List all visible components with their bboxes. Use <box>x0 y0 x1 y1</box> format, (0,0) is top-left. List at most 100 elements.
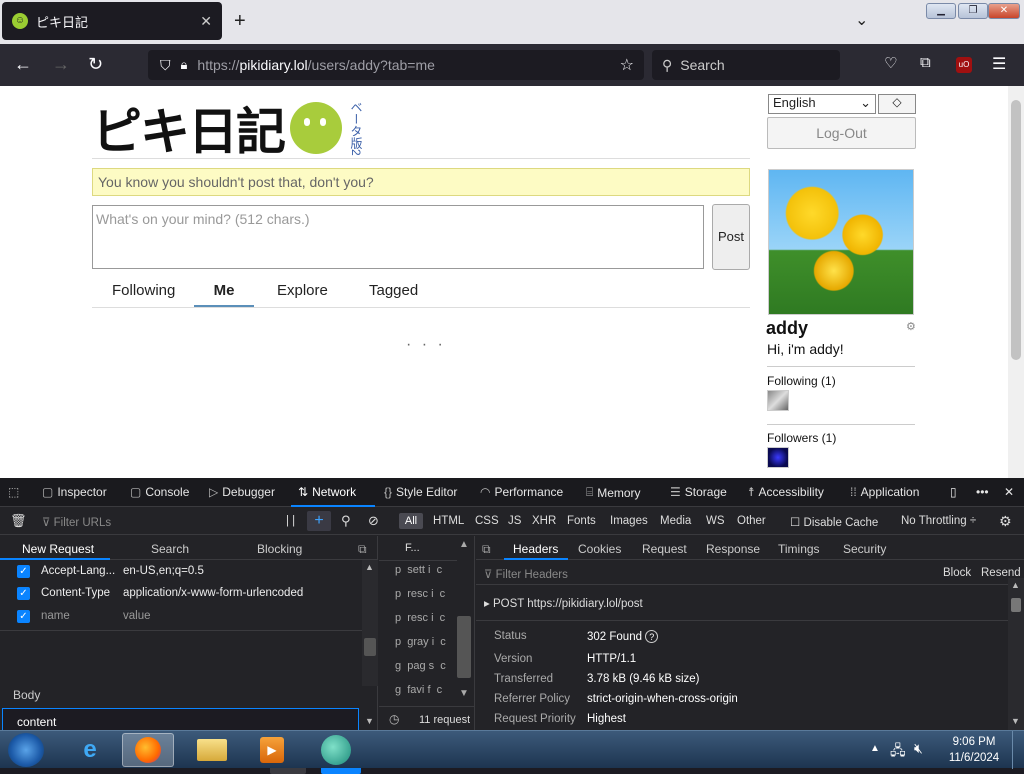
table-row[interactable]: p gray i c <box>395 636 446 648</box>
list-all-tabs-icon[interactable]: ⌄ <box>855 10 868 30</box>
tab-cookies[interactable]: Cookies <box>578 542 621 556</box>
tool-inspector[interactable]: ▢ Inspector <box>42 485 107 499</box>
scroll-up-icon[interactable]: ▲ <box>459 539 469 550</box>
requests-scrollbar[interactable] <box>457 616 471 678</box>
table-row[interactable]: g favi f c <box>395 684 442 696</box>
header-checkbox[interactable]: ✓ <box>17 610 30 623</box>
follower-user-avatar[interactable] <box>767 447 789 468</box>
throttling-select[interactable]: No Throttling ÷ <box>901 515 976 527</box>
following-user-avatar[interactable] <box>767 390 789 411</box>
tab-following[interactable]: Following <box>112 282 175 299</box>
filter-all[interactable]: All <box>399 513 423 529</box>
tab-search[interactable]: Search <box>151 542 189 556</box>
scroll-down-icon[interactable]: ▼ <box>365 716 374 726</box>
filter-ws[interactable]: WS <box>706 515 725 527</box>
column-header[interactable]: F... <box>405 542 420 554</box>
lock-icon[interactable]: 🔒︎ <box>181 57 188 73</box>
filter-css[interactable]: CSS <box>475 515 499 527</box>
block-button[interactable]: Block <box>943 567 971 579</box>
table-row[interactable]: p sett i c <box>395 564 442 576</box>
browser-tab[interactable]: ☺ ピキ日記 ✕ <box>2 2 222 40</box>
gear-icon[interactable]: ⚙ <box>906 320 916 333</box>
filter-images[interactable]: Images <box>610 515 648 527</box>
tab-timings[interactable]: Timings <box>778 542 820 556</box>
settings-gear-icon[interactable]: ⚙ <box>999 513 1012 530</box>
tool-accessibility[interactable]: ☨ Accessibility <box>748 485 824 499</box>
collapse-sidebar-icon[interactable]: ⧉ <box>358 542 367 557</box>
extensions-icon[interactable]: ⧉ <box>920 54 931 71</box>
logout-button[interactable]: Log-Out <box>767 117 916 149</box>
tab-response[interactable]: Response <box>706 542 760 556</box>
avatar[interactable] <box>768 169 914 315</box>
back-arrow-icon[interactable]: ← <box>14 54 32 75</box>
volume-muted-icon[interactable]: 🔇︎ <box>914 740 923 757</box>
tool-debugger[interactable]: ▷ Debugger <box>209 485 275 499</box>
system-clock[interactable]: 9:06 PM 11/6/2024 <box>940 734 1008 766</box>
tab-blocking[interactable]: Blocking <box>257 542 302 556</box>
filter-urls-input[interactable]: ⊽ Filter URLs <box>42 515 111 529</box>
app-icon[interactable] <box>310 733 362 767</box>
header-value[interactable]: application/x-www-form-urlencoded <box>123 587 303 599</box>
reload-icon[interactable]: ↻ <box>88 54 103 75</box>
close-tab-icon[interactable]: ✕ <box>200 13 212 30</box>
table-row[interactable]: p resc i c <box>395 612 445 624</box>
media-player-icon[interactable]: ▶ <box>246 733 298 767</box>
details-scrollbar[interactable]: ▲ ▼ <box>1008 578 1024 730</box>
bookmark-star-icon[interactable]: ☆ <box>620 55 634 75</box>
more-options-icon[interactable]: ••• <box>976 485 989 499</box>
theme-toggle-button[interactable]: ◇ <box>878 94 916 114</box>
tab-tagged[interactable]: Tagged <box>369 282 418 299</box>
tool-storage[interactable]: ☰ Storage <box>670 485 727 499</box>
header-name[interactable]: Content-Type <box>41 587 110 599</box>
responsive-design-icon[interactable]: ▯ <box>950 485 957 499</box>
show-desktop-button[interactable] <box>1012 731 1024 769</box>
block-icon[interactable]: ⊘ <box>368 513 379 529</box>
pick-element-icon[interactable]: ⬚ <box>8 485 19 499</box>
url-bar[interactable]: ⛉ 🔒︎ https://pikidiary.lol/users/addy?ta… <box>148 50 644 80</box>
tool-performance[interactable]: ◠ Performance <box>480 485 563 499</box>
post-textarea[interactable]: What's on your mind? (512 chars.) <box>92 205 704 269</box>
site-logo[interactable]: ピキ日記 ベータ版2 <box>92 92 430 164</box>
scroll-down-icon[interactable]: ▼ <box>459 688 469 699</box>
header-name[interactable]: Accept-Lang... <box>41 565 115 577</box>
tool-network[interactable]: ⇅ Network <box>298 485 356 499</box>
new-request-icon[interactable]: + <box>307 511 331 531</box>
close-devtools-icon[interactable]: ✕ <box>1004 485 1014 499</box>
language-select[interactable]: English ⌄ <box>768 94 876 114</box>
filter-media[interactable]: Media <box>660 515 691 527</box>
pocket-icon[interactable]: ♡ <box>884 54 897 72</box>
filter-other[interactable]: Other <box>737 515 766 527</box>
tab-headers[interactable]: Headers <box>513 542 558 556</box>
tab-security[interactable]: Security <box>843 542 886 556</box>
help-icon[interactable]: ? <box>645 630 659 643</box>
search-icon[interactable]: ⚲ <box>341 513 351 529</box>
close-window-button[interactable]: ✕ <box>988 3 1020 19</box>
filter-fonts[interactable]: Fonts <box>567 515 596 527</box>
minimize-window-button[interactable]: ▁ <box>926 3 956 19</box>
disable-cache-checkbox[interactable]: ☐ Disable Cache <box>790 515 878 529</box>
menu-icon[interactable]: ☰ <box>992 54 1006 74</box>
tool-style-editor[interactable]: {} Style Editor <box>384 485 457 499</box>
trash-icon[interactable]: 🗑︎ <box>10 513 27 529</box>
network-tray-icon[interactable]: 🖧︎ <box>890 740 906 764</box>
shield-icon[interactable]: ⛉ <box>160 57 171 74</box>
following-label[interactable]: Following (1) <box>767 374 836 388</box>
header-value[interactable]: en-US,en;q=0.5 <box>123 565 204 577</box>
restore-window-button[interactable]: ❐ <box>958 3 988 19</box>
ublock-icon[interactable]: uO <box>956 57 972 73</box>
start-button[interactable] <box>8 733 44 767</box>
tab-explore[interactable]: Explore <box>277 282 328 299</box>
table-row[interactable]: g pag s c <box>395 660 446 672</box>
url-text[interactable]: https://pikidiary.lol/users/addy?tab=me <box>197 57 435 73</box>
filter-js[interactable]: JS <box>508 515 521 527</box>
header-value-placeholder[interactable]: value <box>123 610 151 622</box>
filter-html[interactable]: HTML <box>433 515 464 527</box>
request-summary[interactable]: ▸ POST https://pikidiary.lol/post <box>484 596 643 610</box>
tool-memory[interactable]: ⌸ Memory <box>586 485 641 500</box>
table-row[interactable]: p resc i c <box>395 588 445 600</box>
header-checkbox[interactable]: ✓ <box>17 565 30 578</box>
forward-arrow-icon[interactable]: → <box>52 54 70 75</box>
tool-application[interactable]: ⁞⁞ Application <box>850 485 919 499</box>
tool-console[interactable]: ▢ Console <box>130 485 189 499</box>
internet-explorer-icon[interactable]: e <box>64 733 116 767</box>
